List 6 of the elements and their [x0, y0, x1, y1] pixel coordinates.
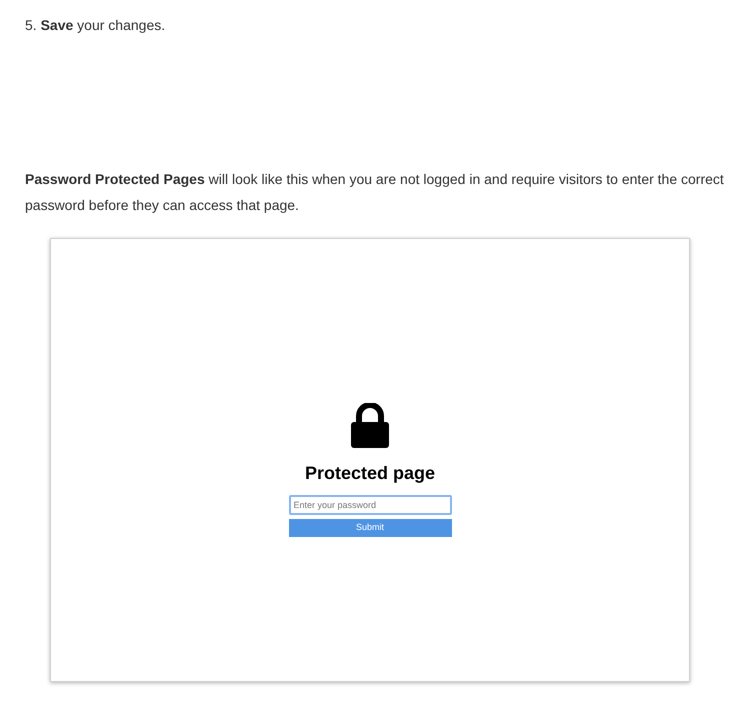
description-paragraph: Password Protected Pages will look like this when you are not logged in and require visitors to enter the correct password before they can access that page. — [25, 170, 725, 215]
submit-button[interactable]: Submit — [288, 519, 452, 537]
lock-icon — [350, 403, 390, 448]
password-field[interactable]: Enter your password — [288, 495, 452, 515]
step-text: 5. Save your changes. — [25, 16, 166, 35]
page-title: Protected page — [304, 462, 436, 485]
